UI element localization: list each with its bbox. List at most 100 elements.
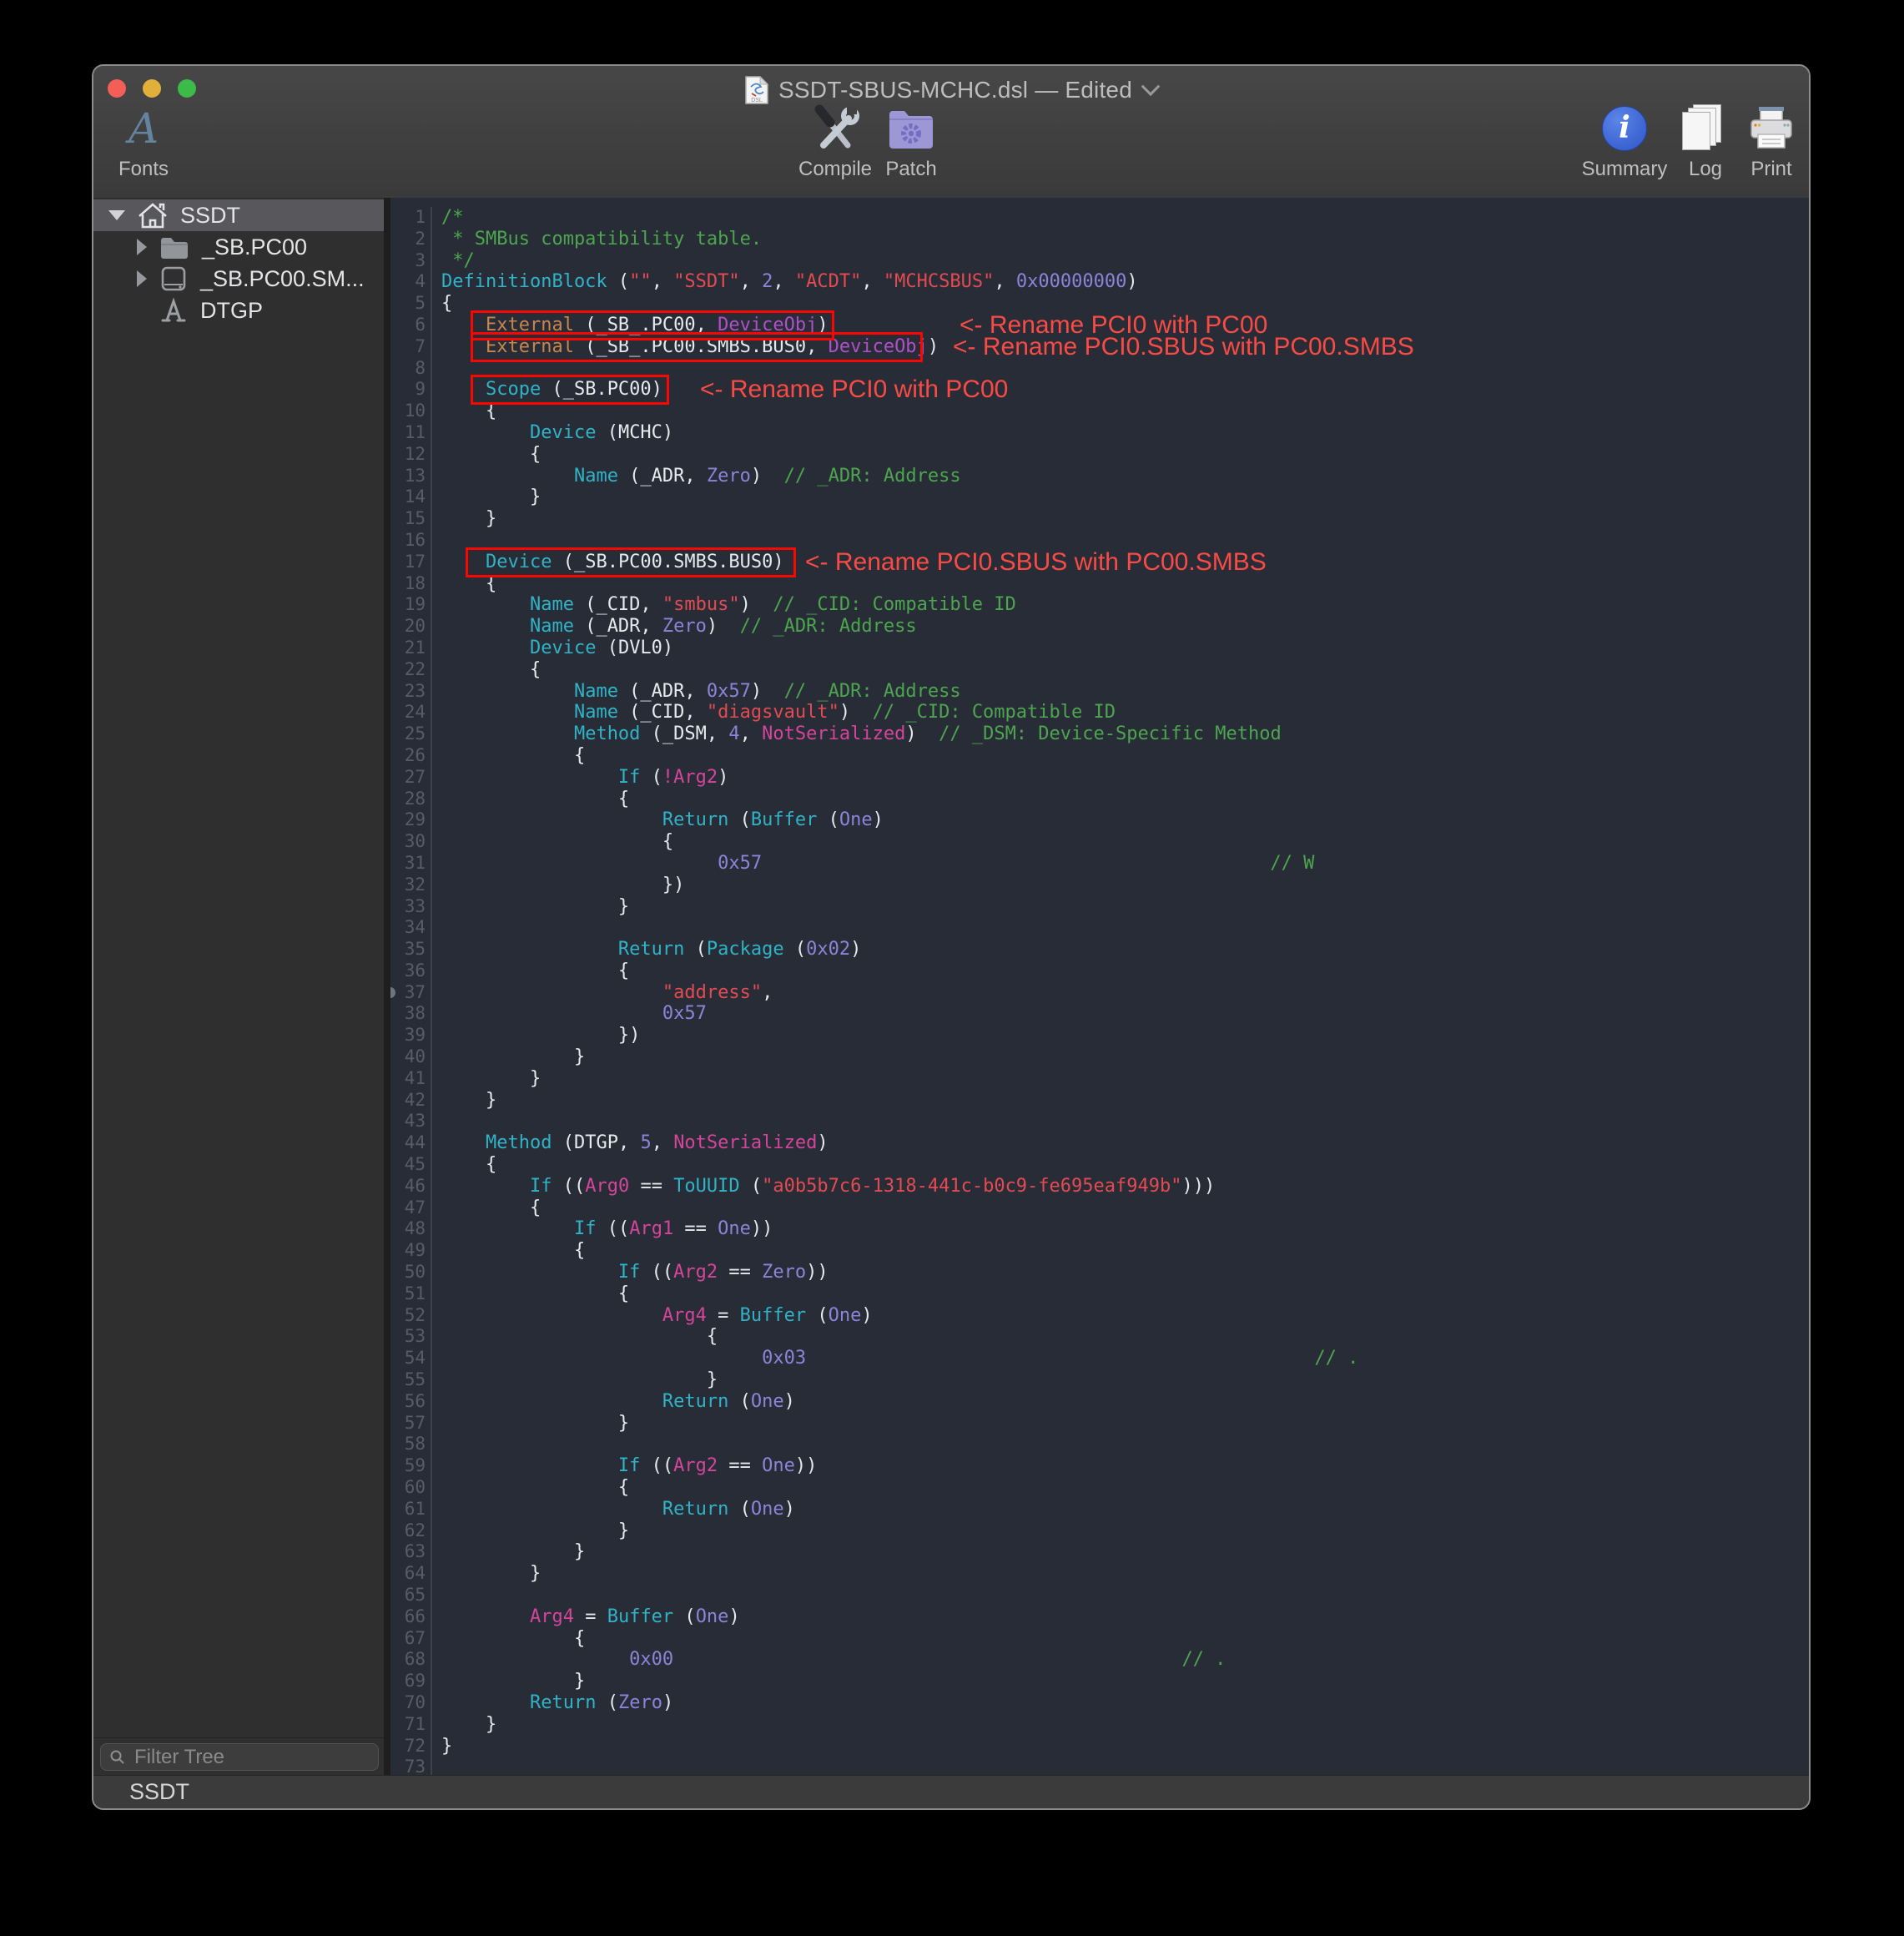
code-line[interactable]: 65: [390, 1585, 1809, 1606]
code-line[interactable]: 11 Device (MCHC): [390, 422, 1809, 444]
code-text: }: [432, 1671, 585, 1692]
disclosure-expanded-icon[interactable]: [108, 210, 125, 220]
line-number: 13: [390, 466, 432, 487]
code-line[interactable]: 15 }: [390, 508, 1809, 530]
content-area: SSDT_SB.PC00_SB.PC00.SM...DTGP 1/*2 * SM…: [93, 198, 1809, 1776]
code-line[interactable]: 57 }: [390, 1413, 1809, 1434]
code-line[interactable]: 46 If ((Arg0 == ToUUID ("a0b5b7c6-1318-4…: [390, 1176, 1809, 1197]
code-line[interactable]: 58: [390, 1434, 1809, 1455]
code-line[interactable]: 4DefinitionBlock ("", "SSDT", 2, "ACDT",…: [390, 271, 1809, 293]
code-line[interactable]: 40 }: [390, 1046, 1809, 1068]
code-line[interactable]: 50 If ((Arg2 == Zero)): [390, 1262, 1809, 1283]
code-line[interactable]: 39 }): [390, 1025, 1809, 1046]
code-text: {: [432, 1283, 629, 1305]
line-number: 43: [390, 1111, 432, 1132]
code-line[interactable]: 22 {: [390, 659, 1809, 681]
sidebar-item--sb-pc00[interactable]: _SB.PC00: [93, 231, 384, 263]
line-number: 69: [390, 1671, 432, 1692]
chevron-down-icon[interactable]: [1141, 77, 1161, 96]
code-line[interactable]: 29 Return (Buffer (One): [390, 809, 1809, 831]
sidebar-editor-divider[interactable]: [384, 198, 390, 1776]
code-line[interactable]: 27 If (!Arg2): [390, 767, 1809, 789]
filter-tree-input[interactable]: [133, 1745, 378, 1770]
code-text: {: [432, 1477, 629, 1499]
line-number: 10: [390, 401, 432, 422]
code-line[interactable]: 51 {: [390, 1283, 1809, 1305]
code-line[interactable]: 69 }: [390, 1671, 1809, 1692]
code-line[interactable]: 67 {: [390, 1628, 1809, 1650]
code-line[interactable]: 14 }: [390, 487, 1809, 508]
code-text: }: [432, 1068, 541, 1090]
code-line[interactable]: 2 * SMBus compatibility table.: [390, 229, 1809, 250]
code-line[interactable]: 48 If ((Arg1 == One)): [390, 1218, 1809, 1240]
code-line[interactable]: 62 }: [390, 1520, 1809, 1542]
code-line[interactable]: 12 {: [390, 444, 1809, 466]
code-line[interactable]: 23 Name (_ADR, 0x57) // _ADR: Address: [390, 681, 1809, 703]
code-line[interactable]: 59 If ((Arg2 == One)): [390, 1455, 1809, 1477]
patch-button[interactable]: Patch: [861, 103, 961, 181]
code-line[interactable]: 31 0x57 // W: [390, 853, 1809, 875]
code-line[interactable]: 68 0x00 // .: [390, 1649, 1809, 1671]
print-button[interactable]: Print: [1721, 103, 1811, 181]
code-line[interactable]: 13 Name (_ADR, Zero) // _ADR: Address: [390, 466, 1809, 487]
disclosure-collapsed-icon[interactable]: [137, 270, 147, 287]
code-text: {: [432, 293, 452, 315]
sidebar-item--sb-pc00-sm-[interactable]: _SB.PC00.SM...: [93, 263, 384, 295]
code-line[interactable]: 20 Name (_ADR, Zero) // _ADR: Address: [390, 616, 1809, 638]
sidebar-item-ssdt[interactable]: SSDT: [93, 199, 384, 231]
code-line[interactable]: 21 Device (DVL0): [390, 638, 1809, 659]
code-line[interactable]: 38 0x57: [390, 1003, 1809, 1025]
code-line[interactable]: 53 {: [390, 1326, 1809, 1348]
code-line[interactable]: 24 Name (_CID, "diagsvault") // _CID: Co…: [390, 702, 1809, 723]
code-line[interactable]: 52 Arg4 = Buffer (One): [390, 1305, 1809, 1327]
code-line[interactable]: 54 0x03 // .: [390, 1348, 1809, 1369]
code-line[interactable]: 43: [390, 1111, 1809, 1132]
line-number: 59: [390, 1455, 432, 1477]
line-number: 2: [390, 229, 432, 250]
line-number: 6: [390, 315, 432, 336]
code-line[interactable]: 34: [390, 917, 1809, 939]
sidebar-item-dtgp[interactable]: DTGP: [93, 295, 384, 326]
code-line[interactable]: 36 {: [390, 960, 1809, 982]
code-line[interactable]: 35 Return (Package (0x02): [390, 939, 1809, 960]
fonts-button[interactable]: A Fonts: [93, 103, 194, 181]
code-line[interactable]: 32 }): [390, 875, 1809, 896]
filter-tree-field[interactable]: [100, 1743, 379, 1771]
code-line[interactable]: 56 Return (One): [390, 1391, 1809, 1413]
code-editor[interactable]: 1/*2 * SMBus compatibility table.3 */4De…: [390, 198, 1809, 1776]
code-line[interactable]: 44 Method (DTGP, 5, NotSerialized): [390, 1132, 1809, 1154]
code-line[interactable]: 64 }: [390, 1563, 1809, 1585]
code-line[interactable]: 73: [390, 1757, 1809, 1776]
code-line[interactable]: 63 }: [390, 1541, 1809, 1563]
code-line[interactable]: 26 {: [390, 745, 1809, 767]
code-line[interactable]: 60 {: [390, 1477, 1809, 1499]
line-number: 40: [390, 1046, 432, 1068]
code-text: }: [432, 1090, 496, 1112]
code-line[interactable]: 33 }: [390, 896, 1809, 918]
code-line[interactable]: 71 }: [390, 1714, 1809, 1736]
code-line[interactable]: 55 }: [390, 1369, 1809, 1391]
line-number: 62: [390, 1520, 432, 1542]
code-line[interactable]: 72}: [390, 1736, 1809, 1757]
code-line[interactable]: 45 {: [390, 1154, 1809, 1176]
code-line[interactable]: 37 "address",: [390, 982, 1809, 1004]
code-line[interactable]: 61 Return (One): [390, 1499, 1809, 1520]
code-line[interactable]: 1/*: [390, 207, 1809, 229]
code-text: 0x03 // .: [432, 1348, 1358, 1369]
code-line[interactable]: 28 {: [390, 789, 1809, 810]
code-line[interactable]: 49 {: [390, 1240, 1809, 1262]
line-number: 38: [390, 1003, 432, 1025]
code-line[interactable]: 42 }: [390, 1090, 1809, 1112]
code-line[interactable]: 30 {: [390, 831, 1809, 853]
line-number: 66: [390, 1606, 432, 1628]
code-line[interactable]: 3 */: [390, 250, 1809, 272]
line-number: 46: [390, 1176, 432, 1197]
code-line[interactable]: 66 Arg4 = Buffer (One): [390, 1606, 1809, 1628]
code-line[interactable]: 41 }: [390, 1068, 1809, 1090]
code-line[interactable]: 47 {: [390, 1197, 1809, 1219]
code-line[interactable]: 19 Name (_CID, "smbus") // _CID: Compati…: [390, 594, 1809, 616]
code-line[interactable]: 25 Method (_DSM, 4, NotSerialized) // _D…: [390, 723, 1809, 745]
disclosure-collapsed-icon[interactable]: [137, 239, 147, 255]
line-number: 5: [390, 293, 432, 315]
code-line[interactable]: 70 Return (Zero): [390, 1692, 1809, 1714]
